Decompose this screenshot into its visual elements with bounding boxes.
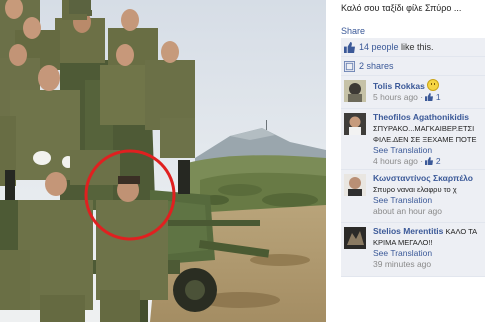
likes-suffix: like this. [398, 42, 434, 52]
comment-text-line2: ΦΙΛΕ.ΔΕΝ ΣΕ ΞΕΧΑΜΕ ΠΟΤΕ [373, 135, 477, 144]
comment-text: ΚΡΙΜΑ ΜΕΓΑΛΟ!! [373, 238, 433, 247]
post-photo[interactable] [0, 0, 326, 322]
thumbs-up-icon [425, 93, 434, 101]
comment-time[interactable]: 4 hours ago [373, 156, 418, 166]
avatar[interactable] [344, 174, 366, 196]
comment-time[interactable]: 5 hours ago [373, 92, 418, 102]
comment-item: Theofilos Agathonikidis ΣΠΥΡΑΚΟ...ΜΑΓΚΑΙ… [341, 109, 485, 170]
comment-like-count[interactable]: 1 [436, 92, 441, 102]
comment-item: Tolis Rokkas 5 hours ago · 1 [341, 76, 485, 109]
shares-row: 2 shares [341, 57, 485, 76]
smiley-icon [426, 79, 439, 91]
see-translation-link[interactable]: See Translation [373, 145, 485, 156]
thumbs-up-icon [344, 42, 355, 54]
post-caption: Καλό σου ταξίδι φίλε Σπύρο ... [341, 3, 462, 13]
see-translation-link[interactable]: See Translation [373, 248, 485, 259]
comment-text: Σπυρο ναναι ελαφρυ το χ [373, 185, 457, 194]
avatar[interactable] [344, 113, 366, 135]
see-translation-link[interactable]: See Translation [373, 195, 485, 206]
share-icon [344, 61, 355, 73]
comment-like-count[interactable]: 2 [436, 156, 441, 166]
comment-text: ΣΠΥΡΑΚΟ...ΜΑΓΚΑΙΒΕΡ.ΕΤΣΙ [373, 124, 475, 133]
comment-author[interactable]: Theofilos Agathonikidis [373, 112, 469, 122]
soldiers-photo [0, 0, 326, 322]
comment-author[interactable]: Stelios Merentitis [373, 226, 443, 236]
comment-time[interactable]: 39 minutes ago [373, 259, 485, 270]
comment-author[interactable]: Tolis Rokkas [373, 81, 425, 91]
comment-item: Stelios Merentitis ΚΑΛΟ ΤΑ ΚΡΙΜΑ ΜΕΓΑΛΟ!… [341, 223, 485, 277]
thumbs-up-icon [425, 157, 434, 165]
post-feed-panel: Καλό σου ταξίδι φίλε Σπύρο ... Share 14 … [341, 0, 485, 322]
comment-author[interactable]: Κωνσταντίνος Σκαρπέλο [373, 173, 473, 183]
share-link[interactable]: Share [341, 26, 365, 36]
comment-time[interactable]: about an hour ago [373, 206, 485, 217]
likes-count-link[interactable]: 14 people [359, 42, 399, 52]
shares-count-link[interactable]: 2 shares [359, 61, 394, 71]
comment-text-inline: ΚΑΛΟ ΤΑ [443, 227, 478, 236]
avatar[interactable] [344, 80, 366, 102]
comment-item: Κωνσταντίνος Σκαρπέλο Σπυρο ναναι ελαφρυ… [341, 170, 485, 223]
avatar[interactable] [344, 227, 366, 249]
likes-row: 14 people like this. [341, 38, 485, 57]
